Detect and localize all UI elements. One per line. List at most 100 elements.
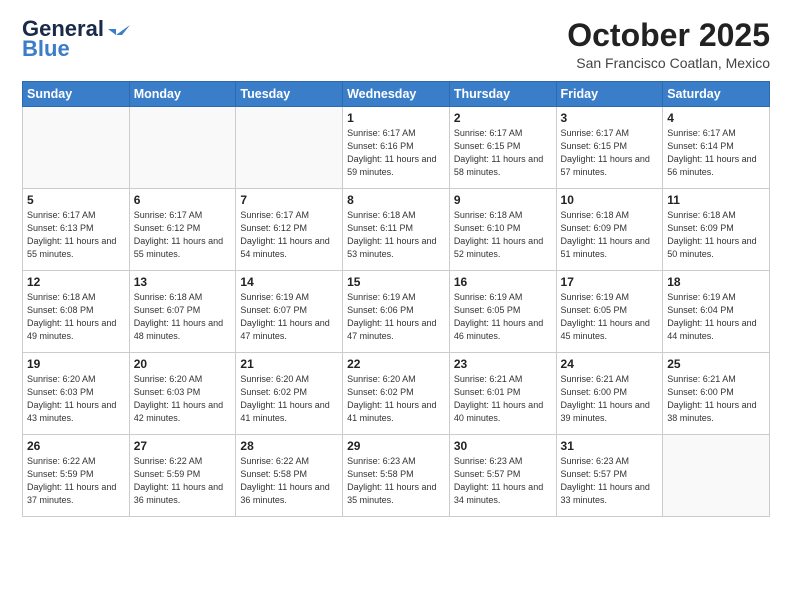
calendar-header-row: Sunday Monday Tuesday Wednesday Thursday…	[23, 82, 770, 107]
table-row: 23Sunrise: 6:21 AM Sunset: 6:01 PM Dayli…	[449, 353, 556, 435]
col-wednesday: Wednesday	[343, 82, 450, 107]
calendar-week-row: 26 Sunrise: 6:22 AM Sunset: 5:59 PM Dayli…	[23, 435, 770, 517]
table-row: 4 Sunrise: 6:17 AM Sunset: 6:14 PM Daylig…	[663, 107, 770, 189]
logo-blue: Blue	[22, 38, 70, 60]
table-row: 13 Sunrise: 6:18 AM Sunset: 6:07 PM Dayli…	[129, 271, 236, 353]
day-number: 12	[27, 275, 125, 289]
day-info: Sunrise: 6:19 AM Sunset: 6:04 PM Dayligh…	[667, 291, 765, 343]
col-friday: Friday	[556, 82, 663, 107]
logo-bird-icon	[108, 21, 130, 39]
table-row: 21Sunrise: 6:20 AM Sunset: 6:02 PM Dayli…	[236, 353, 343, 435]
table-row: 11Sunrise: 6:18 AM Sunset: 6:09 PM Dayli…	[663, 189, 770, 271]
table-row: 6Sunrise: 6:17 AM Sunset: 6:12 PM Daylig…	[129, 189, 236, 271]
day-info: Sunrise: 6:22 AM Sunset: 5:59 PM Dayligh…	[27, 455, 125, 507]
table-row: 26 Sunrise: 6:22 AM Sunset: 5:59 PM Dayli…	[23, 435, 130, 517]
table-row: 27 Sunrise: 6:22 AM Sunset: 5:59 PM Dayli…	[129, 435, 236, 517]
day-number: 20	[134, 357, 232, 371]
day-info: Sunrise: 6:18 AM Sunset: 6:08 PM Dayligh…	[27, 291, 125, 343]
day-number: 27	[134, 439, 232, 453]
table-row: 2Sunrise: 6:17 AM Sunset: 6:15 PM Daylig…	[449, 107, 556, 189]
day-info: Sunrise: 6:19 AM Sunset: 6:07 PM Dayligh…	[240, 291, 338, 343]
day-info: Sunrise: 6:19 AM Sunset: 6:05 PM Dayligh…	[561, 291, 659, 343]
day-number: 25	[667, 357, 765, 371]
day-info: Sunrise: 6:19 AM Sunset: 6:06 PM Dayligh…	[347, 291, 445, 343]
table-row	[23, 107, 130, 189]
day-number: 9	[454, 193, 552, 207]
table-row: 14 Sunrise: 6:19 AM Sunset: 6:07 PM Dayli…	[236, 271, 343, 353]
calendar-week-row: 12 Sunrise: 6:18 AM Sunset: 6:08 PM Dayli…	[23, 271, 770, 353]
table-row: 7 Sunrise: 6:17 AM Sunset: 6:12 PM Daylig…	[236, 189, 343, 271]
day-info: Sunrise: 6:18 AM Sunset: 6:07 PM Dayligh…	[134, 291, 232, 343]
table-row: 12 Sunrise: 6:18 AM Sunset: 6:08 PM Dayli…	[23, 271, 130, 353]
day-number: 29	[347, 439, 445, 453]
day-number: 31	[561, 439, 659, 453]
day-number: 3	[561, 111, 659, 125]
header: General Blue October 2025 San Francisco …	[22, 18, 770, 71]
day-info: Sunrise: 6:18 AM Sunset: 6:09 PM Dayligh…	[561, 209, 659, 261]
calendar-week-row: 19 Sunrise: 6:20 AM Sunset: 6:03 PM Dayli…	[23, 353, 770, 435]
day-info: Sunrise: 6:23 AM Sunset: 5:58 PM Dayligh…	[347, 455, 445, 507]
day-info: Sunrise: 6:18 AM Sunset: 6:11 PM Dayligh…	[347, 209, 445, 261]
day-number: 13	[134, 275, 232, 289]
day-number: 17	[561, 275, 659, 289]
table-row: 15Sunrise: 6:19 AM Sunset: 6:06 PM Dayli…	[343, 271, 450, 353]
table-row: 9 Sunrise: 6:18 AM Sunset: 6:10 PM Daylig…	[449, 189, 556, 271]
day-info: Sunrise: 6:17 AM Sunset: 6:13 PM Dayligh…	[27, 209, 125, 261]
table-row: 10 Sunrise: 6:18 AM Sunset: 6:09 PM Dayli…	[556, 189, 663, 271]
location: San Francisco Coatlan, Mexico	[567, 55, 770, 71]
table-row	[129, 107, 236, 189]
title-block: October 2025 San Francisco Coatlan, Mexi…	[567, 18, 770, 71]
col-sunday: Sunday	[23, 82, 130, 107]
page: General Blue October 2025 San Francisco …	[0, 0, 792, 612]
table-row: 16 Sunrise: 6:19 AM Sunset: 6:05 PM Dayli…	[449, 271, 556, 353]
day-number: 5	[27, 193, 125, 207]
day-info: Sunrise: 6:20 AM Sunset: 6:02 PM Dayligh…	[347, 373, 445, 425]
table-row: 25 Sunrise: 6:21 AM Sunset: 6:00 PM Dayli…	[663, 353, 770, 435]
day-number: 16	[454, 275, 552, 289]
table-row: 20 Sunrise: 6:20 AM Sunset: 6:03 PM Dayli…	[129, 353, 236, 435]
day-number: 19	[27, 357, 125, 371]
table-row: 19 Sunrise: 6:20 AM Sunset: 6:03 PM Dayli…	[23, 353, 130, 435]
day-info: Sunrise: 6:19 AM Sunset: 6:05 PM Dayligh…	[454, 291, 552, 343]
table-row: 22Sunrise: 6:20 AM Sunset: 6:02 PM Dayli…	[343, 353, 450, 435]
day-number: 18	[667, 275, 765, 289]
day-number: 24	[561, 357, 659, 371]
col-monday: Monday	[129, 82, 236, 107]
day-info: Sunrise: 6:20 AM Sunset: 6:02 PM Dayligh…	[240, 373, 338, 425]
table-row: 28 Sunrise: 6:22 AM Sunset: 5:58 PM Dayli…	[236, 435, 343, 517]
day-info: Sunrise: 6:18 AM Sunset: 6:10 PM Dayligh…	[454, 209, 552, 261]
day-info: Sunrise: 6:21 AM Sunset: 6:00 PM Dayligh…	[561, 373, 659, 425]
day-number: 2	[454, 111, 552, 125]
table-row: 5 Sunrise: 6:17 AM Sunset: 6:13 PM Daylig…	[23, 189, 130, 271]
calendar-table: Sunday Monday Tuesday Wednesday Thursday…	[22, 81, 770, 517]
day-number: 6	[134, 193, 232, 207]
month-title: October 2025	[567, 18, 770, 53]
day-info: Sunrise: 6:20 AM Sunset: 6:03 PM Dayligh…	[134, 373, 232, 425]
table-row: 3 Sunrise: 6:17 AM Sunset: 6:15 PM Daylig…	[556, 107, 663, 189]
day-number: 7	[240, 193, 338, 207]
col-thursday: Thursday	[449, 82, 556, 107]
col-tuesday: Tuesday	[236, 82, 343, 107]
day-info: Sunrise: 6:22 AM Sunset: 5:58 PM Dayligh…	[240, 455, 338, 507]
day-info: Sunrise: 6:17 AM Sunset: 6:12 PM Dayligh…	[240, 209, 338, 261]
table-row: 18 Sunrise: 6:19 AM Sunset: 6:04 PM Dayli…	[663, 271, 770, 353]
day-number: 28	[240, 439, 338, 453]
day-info: Sunrise: 6:17 AM Sunset: 6:16 PM Dayligh…	[347, 127, 445, 179]
day-info: Sunrise: 6:21 AM Sunset: 6:00 PM Dayligh…	[667, 373, 765, 425]
day-number: 14	[240, 275, 338, 289]
day-number: 8	[347, 193, 445, 207]
day-info: Sunrise: 6:22 AM Sunset: 5:59 PM Dayligh…	[134, 455, 232, 507]
day-info: Sunrise: 6:20 AM Sunset: 6:03 PM Dayligh…	[27, 373, 125, 425]
day-number: 10	[561, 193, 659, 207]
day-number: 26	[27, 439, 125, 453]
day-info: Sunrise: 6:17 AM Sunset: 6:15 PM Dayligh…	[561, 127, 659, 179]
table-row: 1Sunrise: 6:17 AM Sunset: 6:16 PM Daylig…	[343, 107, 450, 189]
day-info: Sunrise: 6:21 AM Sunset: 6:01 PM Dayligh…	[454, 373, 552, 425]
day-number: 4	[667, 111, 765, 125]
day-number: 11	[667, 193, 765, 207]
table-row: 8 Sunrise: 6:18 AM Sunset: 6:11 PM Daylig…	[343, 189, 450, 271]
day-info: Sunrise: 6:17 AM Sunset: 6:14 PM Dayligh…	[667, 127, 765, 179]
table-row	[663, 435, 770, 517]
calendar-week-row: 5 Sunrise: 6:17 AM Sunset: 6:13 PM Daylig…	[23, 189, 770, 271]
table-row: 17 Sunrise: 6:19 AM Sunset: 6:05 PM Dayli…	[556, 271, 663, 353]
